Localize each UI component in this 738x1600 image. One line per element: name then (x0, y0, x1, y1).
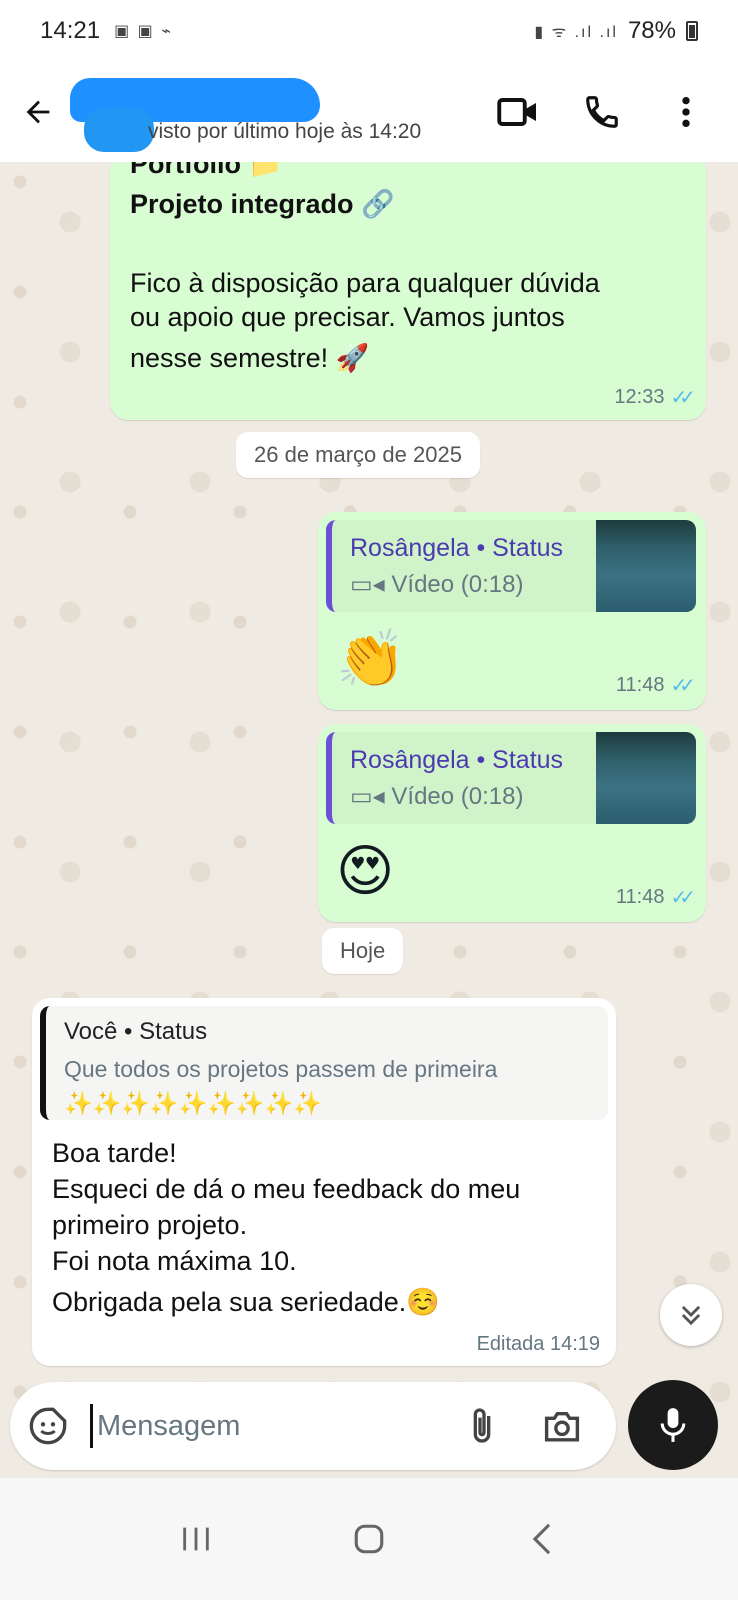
date-separator: Hoje (322, 928, 404, 974)
home-icon (354, 1524, 384, 1554)
message-line: primeiro projeto. (52, 1210, 248, 1240)
microphone-icon (660, 1408, 686, 1442)
outgoing-message[interactable]: Portfólio 📁 Projeto integrado 🔗 Fico à d… (110, 162, 706, 420)
read-ticks-icon: ✓✓ (670, 675, 695, 697)
kebab-menu-icon (682, 96, 690, 128)
video-thumbnail (596, 520, 696, 612)
message-line: Projeto integrado 🔗 (130, 189, 395, 219)
quoted-status[interactable]: Você • Status Que todos os projetos pass… (40, 1006, 608, 1120)
chevron-left-icon (532, 1523, 550, 1555)
message-line: Esqueci de dá o meu feedback do meu (52, 1174, 521, 1204)
date-separator: 26 de março de 2025 (236, 432, 480, 478)
message-meta: 11:48 ✓✓ (615, 885, 696, 910)
emoji-message: 😍 (336, 839, 395, 902)
last-seen-text: visto por último hoje às 14:20 (148, 120, 422, 143)
incoming-message[interactable]: Você • Status Que todos os projetos pass… (32, 998, 616, 1366)
video-icon: ▭◂ (350, 571, 385, 598)
video-icon: ▭◂ (350, 783, 385, 810)
contact-name: D (140, 76, 159, 107)
chat-header: D visto por último hoje às 14:20 (0, 62, 738, 162)
message-meta: 11:48 ✓✓ (615, 673, 696, 698)
home-button[interactable] (339, 1509, 399, 1569)
message-time: 11:48 (615, 886, 665, 908)
message-line: nesse semestre! 🚀 (130, 343, 370, 373)
notification-icons: ▣ ▣ ⌁ (114, 23, 173, 40)
message-composer: Mensagem (10, 1382, 616, 1470)
quote-text: Que todos os projetos passem de primeira… (64, 1056, 498, 1116)
system-navigation-bar (0, 1478, 738, 1600)
quoted-status[interactable]: Rosângela • Status ▭◂ Vídeo (0:18) (326, 520, 696, 612)
double-chevron-down-icon (681, 1305, 701, 1326)
read-ticks-icon: ✓✓ (670, 387, 695, 409)
video-thumbnail (596, 732, 696, 824)
video-call-button[interactable] (496, 90, 540, 134)
voice-call-button[interactable] (580, 90, 624, 134)
quote-subtitle: ▭◂ Vídeo (0:18) (350, 570, 524, 599)
message-line: Boa tarde! (52, 1138, 177, 1168)
message-input[interactable]: Mensagem (90, 1404, 450, 1448)
message-line: ou apoio que precisar. Vamos juntos (130, 302, 565, 332)
signal-icons: ▮ ᯤ .ıl .ıl (534, 24, 618, 41)
sticker-icon (29, 1407, 67, 1445)
quote-subtitle-text: Vídeo (0:18) (391, 783, 524, 810)
video-camera-icon (497, 98, 536, 126)
camera-icon (544, 1412, 580, 1442)
avatar (84, 108, 154, 152)
quote-subtitle-text: Vídeo (0:18) (391, 571, 524, 598)
battery-percent: 78% (627, 17, 676, 44)
quote-title: Rosângela • Status (350, 534, 564, 562)
message-line: Fico à disposição para qualquer dúvida (130, 268, 600, 298)
message-line: Obrigada pela sua seriedade.☺️ (52, 1287, 440, 1317)
read-ticks-icon: ✓✓ (670, 887, 695, 909)
message-meta: 12:33 ✓✓ (614, 385, 695, 410)
outgoing-message[interactable]: Rosângela • Status ▭◂ Vídeo (0:18) 😍 11:… (318, 724, 706, 922)
message-meta: Editada 14:19 (477, 1333, 600, 1356)
message-time: 12:33 (614, 386, 665, 408)
quote-title: Rosângela • Status (350, 746, 564, 774)
recents-icon (183, 1527, 210, 1551)
scroll-to-bottom-button[interactable] (660, 1284, 722, 1346)
quoted-status[interactable]: Rosângela • Status ▭◂ Vídeo (0:18) (326, 732, 696, 824)
contact-info[interactable]: D visto por último hoje às 14:20 (70, 72, 490, 152)
message-line: Portfólio 📁 (130, 162, 283, 179)
attach-button[interactable] (460, 1404, 504, 1448)
quote-subtitle: ▭◂ Vídeo (0:18) (350, 782, 524, 811)
back-nav-button[interactable] (512, 1509, 572, 1569)
battery-icon (686, 21, 698, 41)
status-bar: 14:21 ▣ ▣ ⌁ ▮ ᯤ .ıl .ıl 78% (0, 0, 738, 62)
voice-message-button[interactable] (628, 1380, 718, 1470)
paperclip-icon (473, 1408, 491, 1443)
edited-time: Editada 14:19 (476, 1333, 600, 1355)
back-button[interactable] (8, 82, 68, 142)
recent-apps-button[interactable] (166, 1509, 226, 1569)
clock: 14:21 (40, 17, 101, 44)
arrow-left-icon (26, 100, 50, 124)
phone-icon (586, 96, 618, 128)
message-line: Foi nota máxima 10. (52, 1246, 297, 1276)
emoji-button[interactable] (28, 1406, 68, 1446)
quote-title: Você • Status (64, 1018, 208, 1045)
chat-area[interactable]: Portfólio 📁 Projeto integrado 🔗 Fico à d… (0, 162, 738, 1492)
camera-button[interactable] (540, 1404, 584, 1448)
more-options-button[interactable] (664, 90, 708, 134)
message-time: 11:48 (615, 674, 665, 696)
emoji-reaction: 👏 (336, 627, 406, 690)
outgoing-message[interactable]: Rosângela • Status ▭◂ Vídeo (0:18) 👏 11:… (318, 512, 706, 710)
